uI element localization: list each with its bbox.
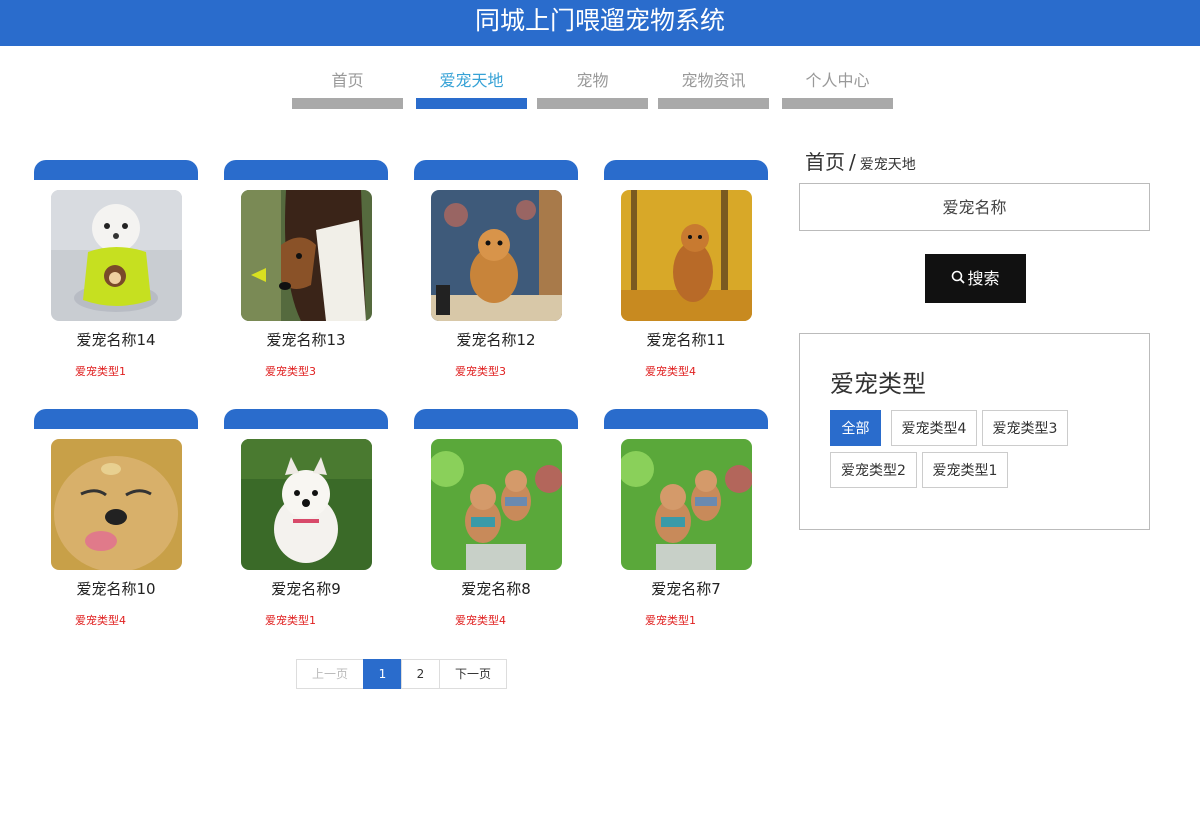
pet-type-title: 爱宠类型 — [830, 370, 926, 398]
pet-card[interactable]: 爱宠名称10 爱宠类型4 — [34, 409, 198, 639]
next-page-button[interactable]: 下一页 — [439, 659, 507, 689]
nav-item-pet-world[interactable]: 爱宠天地 — [416, 64, 527, 110]
type-tag-all[interactable]: 全部 — [830, 410, 881, 446]
pet-type: 爱宠类型1 — [645, 614, 696, 627]
pet-name[interactable]: 爱宠名称14 — [34, 329, 198, 350]
pet-name[interactable]: 爱宠名称11 — [604, 329, 768, 350]
nav-item-user-center[interactable]: 个人中心 — [782, 64, 893, 110]
breadcrumb-current: 爱宠天地 — [859, 157, 916, 173]
nav-underline — [658, 98, 769, 109]
page-button-2[interactable]: 2 — [401, 659, 440, 689]
search-icon — [951, 256, 966, 305]
nav-underline — [292, 98, 403, 109]
pet-card[interactable]: 爱宠名称7 爱宠类型1 — [604, 409, 768, 639]
site-header: 同城上门喂遛宠物系统 — [0, 0, 1200, 46]
search-input[interactable] — [799, 183, 1150, 231]
breadcrumb-home[interactable]: 首页 — [805, 150, 845, 174]
pet-card[interactable]: 爱宠名称13 爱宠类型3 — [224, 160, 388, 390]
pet-type: 爱宠类型1 — [265, 614, 316, 627]
nav-item-label: 爱宠天地 — [439, 71, 504, 90]
pagination: 上一页 1 2 下一页 — [296, 659, 507, 689]
pet-name[interactable]: 爱宠名称9 — [224, 578, 388, 599]
pet-photo[interactable] — [621, 439, 752, 570]
pet-name[interactable]: 爱宠名称8 — [414, 578, 578, 599]
nav-item-label: 宠物 — [576, 71, 609, 90]
pet-photo[interactable] — [51, 190, 182, 321]
type-tag-1[interactable]: 爱宠类型1 — [922, 452, 1008, 488]
pet-card[interactable]: 爱宠名称8 爱宠类型4 — [414, 409, 578, 639]
nav-item-label: 宠物资讯 — [681, 71, 746, 90]
pet-card[interactable]: 爱宠名称14 爱宠类型1 — [34, 160, 198, 390]
nav-underline — [537, 98, 648, 109]
card-cap — [414, 160, 578, 180]
type-tag-4[interactable]: 爱宠类型4 — [891, 410, 977, 446]
nav-underline — [416, 98, 527, 109]
search-button[interactable]: 搜索 — [925, 254, 1026, 303]
type-tag-3[interactable]: 爱宠类型3 — [982, 410, 1068, 446]
pet-card[interactable]: 爱宠名称9 爱宠类型1 — [224, 409, 388, 639]
pet-type: 爱宠类型4 — [75, 614, 126, 627]
pet-photo[interactable] — [51, 439, 182, 570]
breadcrumb: 首页 / 爱宠天地 — [805, 146, 916, 175]
pet-photo[interactable] — [431, 190, 562, 321]
pet-card[interactable]: 爱宠名称11 爱宠类型4 — [604, 160, 768, 390]
pet-type: 爱宠类型3 — [455, 365, 506, 378]
pet-name[interactable]: 爱宠名称13 — [224, 329, 388, 350]
pet-type: 爱宠类型4 — [455, 614, 506, 627]
nav-item-pets[interactable]: 宠物 — [537, 64, 648, 110]
page-button-1[interactable]: 1 — [363, 659, 402, 689]
pet-photo[interactable] — [241, 190, 372, 321]
pet-name[interactable]: 爱宠名称10 — [34, 578, 198, 599]
nav-item-label: 个人中心 — [805, 71, 870, 90]
pet-card[interactable]: 爱宠名称12 爱宠类型3 — [414, 160, 578, 390]
main-nav: 首页 爱宠天地 宠物 宠物资讯 个人中心 — [0, 64, 1200, 114]
pet-type-filter: 爱宠类型 全部 爱宠类型4 爱宠类型3 爱宠类型2 爱宠类型1 — [799, 333, 1150, 530]
pet-photo[interactable] — [621, 190, 752, 321]
breadcrumb-separator: / — [849, 150, 856, 174]
nav-item-home[interactable]: 首页 — [292, 64, 403, 110]
pet-type: 爱宠类型4 — [645, 365, 696, 378]
pet-type: 爱宠类型3 — [265, 365, 316, 378]
card-cap — [414, 409, 578, 429]
card-cap — [604, 160, 768, 180]
card-cap — [224, 160, 388, 180]
card-cap — [224, 409, 388, 429]
card-cap — [34, 409, 198, 429]
type-tag-2[interactable]: 爱宠类型2 — [830, 452, 917, 488]
site-title: 同城上门喂遛宠物系统 — [474, 6, 725, 35]
prev-page-button[interactable]: 上一页 — [296, 659, 364, 689]
search-button-label: 搜索 — [967, 269, 1000, 288]
nav-item-label: 首页 — [331, 71, 364, 90]
nav-item-pet-news[interactable]: 宠物资讯 — [658, 64, 769, 110]
pet-photo[interactable] — [431, 439, 562, 570]
pet-name[interactable]: 爱宠名称7 — [604, 578, 768, 599]
card-cap — [604, 409, 768, 429]
pet-name[interactable]: 爱宠名称12 — [414, 329, 578, 350]
pet-type: 爱宠类型1 — [75, 365, 126, 378]
nav-underline — [782, 98, 893, 109]
pet-photo[interactable] — [241, 439, 372, 570]
card-cap — [34, 160, 198, 180]
